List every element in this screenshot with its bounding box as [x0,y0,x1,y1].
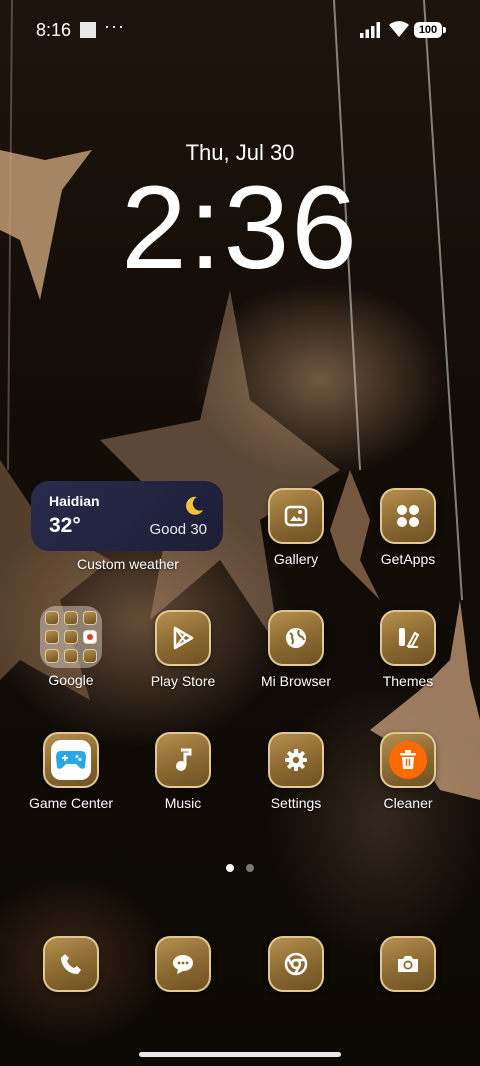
app-label: Settings [270,795,322,811]
camera-icon [380,936,436,992]
weather-air-quality: Good 30 [149,521,207,538]
app-label: Mi Browser [260,673,331,689]
mini-app-icon [83,649,97,663]
mini-app-icon [45,611,59,625]
app-cleaner[interactable]: Cleaner [353,732,463,811]
google-folder-icon [40,606,102,668]
app-label: Gallery [273,551,319,567]
trash-icon [400,750,416,769]
app-music[interactable]: Music [128,732,238,811]
mini-record-icon [83,630,97,644]
messages-icon [155,936,211,992]
cleaner-icon [380,732,436,788]
app-label: Game Center [28,795,114,811]
dock-chrome[interactable] [241,936,351,992]
app-themes[interactable]: Themes [353,610,463,689]
weather-widget-label: Custom weather [77,556,179,572]
dock-camera[interactable] [353,936,463,992]
battery-icon: 100 [414,22,446,38]
more-notifications-icon: ··· [104,16,125,36]
mini-app-icon [64,630,78,644]
status-bar: 8:16 ··· 100 [0,0,480,60]
globe-icon [268,610,324,666]
app-folder-google[interactable]: Google [16,606,126,688]
game-center-icon [43,732,99,788]
gallery-icon [268,488,324,544]
weather-temperature: 32° [49,514,81,537]
app-game-center[interactable]: Game Center [16,732,126,811]
status-time: 8:16 [36,20,72,40]
mini-app-icon [64,611,78,625]
app-getapps[interactable]: GetApps [353,488,463,567]
mini-app-icon [45,649,59,663]
gear-icon [268,732,324,788]
weather-widget[interactable]: Haidian 32° Good 30 [31,481,223,551]
app-play-store[interactable]: Play Store [128,610,238,689]
chrome-icon [268,936,324,992]
wifi-icon [389,21,409,37]
weather-location: Haidian [49,493,100,509]
app-label: Themes [382,673,434,689]
app-mi-browser[interactable]: Mi Browser [241,610,351,689]
app-label: Music [164,795,202,811]
dock-phone[interactable] [16,936,126,992]
app-label: Google [48,672,94,688]
phone-icon [43,936,99,992]
getapps-icon [380,488,436,544]
app-label: Play Store [150,673,216,689]
mini-app-icon [64,649,78,663]
page-indicator[interactable] [246,864,254,872]
app-gallery[interactable]: Gallery [241,488,351,567]
app-label: Cleaner [383,795,433,811]
app-settings[interactable]: Settings [241,732,351,811]
square-notification-icon [80,22,96,38]
page-indicator-active[interactable] [226,864,234,872]
play-store-icon [155,610,211,666]
signal-icon [360,22,380,38]
dock-messages[interactable] [128,936,238,992]
themes-icon [380,610,436,666]
mini-app-icon [83,611,97,625]
mini-app-icon [45,630,59,644]
app-label: GetApps [380,551,436,567]
music-note-icon [155,732,211,788]
home-gesture-bar[interactable] [139,1052,341,1057]
moon-icon [186,496,203,515]
clock-time[interactable]: 2:36 [0,168,480,288]
